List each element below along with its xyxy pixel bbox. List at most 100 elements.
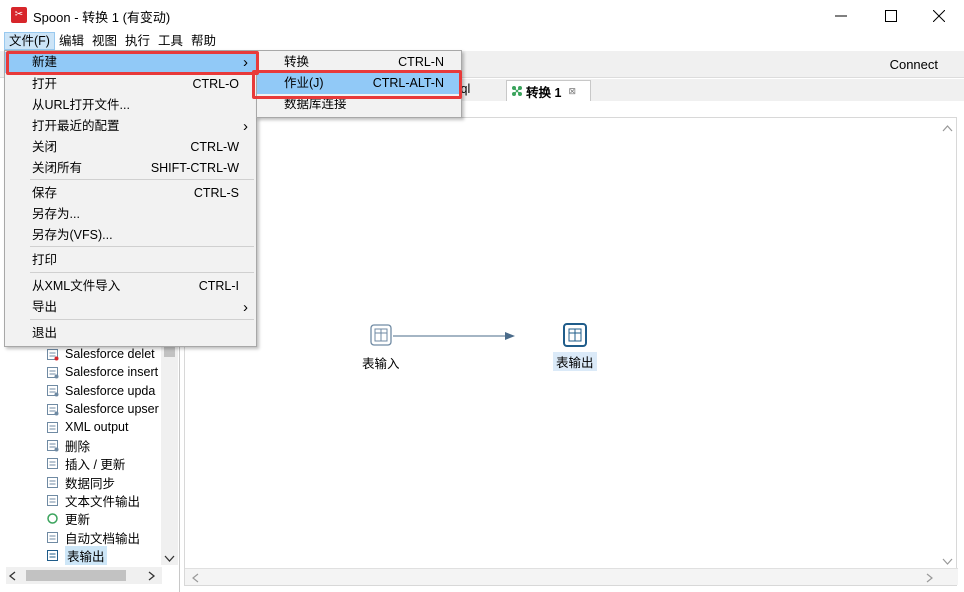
file-menu-item-open[interactable]: 打开 CTRL-O [5, 74, 256, 95]
menu-item-shortcut: CTRL-S [193, 186, 239, 200]
highlight-box-job [252, 70, 462, 99]
file-menu-item-exit[interactable]: 退出 [5, 323, 256, 344]
scroll-down-icon[interactable] [164, 555, 175, 563]
tab-transformation-1[interactable]: 转换 1 ⊠ [506, 80, 591, 101]
scroll-left-icon[interactable] [191, 573, 199, 583]
minimize-icon [835, 15, 847, 16]
tab-close-icon[interactable]: ⊠ [568, 86, 576, 97]
canvas-horizontal-scrollbar[interactable] [185, 568, 958, 585]
menu-item-shortcut: CTRL-O [192, 77, 239, 91]
spoon-app-icon: ✂ [11, 7, 27, 23]
tree-item[interactable]: Salesforce upda [0, 382, 162, 400]
step-label-table-output: 表输出 [553, 352, 597, 371]
tree-item[interactable]: 数据同步 [0, 473, 162, 491]
window-title: Spoon - 转换 1 (有变动) [33, 10, 171, 25]
file-menu-item-open-url[interactable]: 从URL打开文件... [5, 95, 256, 116]
xml-output-icon [47, 421, 58, 433]
transformation-icon [512, 86, 522, 96]
text-file-output-icon [47, 495, 58, 507]
menu-file[interactable]: 文件(F) [4, 32, 55, 50]
file-menu-item-save[interactable]: 保存 CTRL-S [5, 183, 256, 204]
menu-separator [30, 246, 254, 247]
close-icon [933, 9, 945, 22]
file-menu-item-save-as[interactable]: 另存为... [5, 204, 256, 225]
menu-item-label: 打开最近的配置 [32, 119, 120, 133]
tree-horizontal-scrollbar[interactable] [6, 567, 162, 584]
transformation-canvas[interactable]: 表输入 表输出 [184, 117, 958, 586]
tree-item[interactable]: 自动文档输出 [0, 528, 162, 546]
menu-item-label: 导出 [32, 300, 58, 314]
minimize-button[interactable] [818, 0, 864, 31]
canvas-vertical-scrollbar[interactable] [939, 118, 956, 568]
tree-vertical-scrollbar[interactable] [161, 345, 178, 565]
table-input-step-icon[interactable] [370, 324, 392, 346]
tree-item[interactable]: 删除 [0, 436, 162, 454]
file-menu-item-close[interactable]: 关闭 CTRL-W [5, 137, 256, 158]
menu-item-label: 另存为(VFS)... [32, 228, 113, 242]
table-output-step-icon[interactable] [563, 323, 587, 347]
tree-item[interactable]: Salesforce insert [0, 363, 162, 381]
menu-separator [30, 319, 254, 320]
tree-item[interactable]: 表输出 [0, 546, 162, 565]
maximize-button[interactable] [868, 0, 914, 31]
tree-item[interactable]: 更新 [0, 510, 162, 528]
update-icon [47, 513, 58, 525]
tree-item[interactable]: 文本文件输出 [0, 491, 162, 509]
scroll-down-icon[interactable] [942, 558, 953, 566]
menu-item-shortcut: CTRL-I [198, 279, 239, 293]
menu-bar: 文件(F) 编辑 视图 执行 工具 帮助 [0, 31, 964, 51]
insert-update-icon [47, 458, 58, 470]
tree-item-label: 文本文件输出 [65, 495, 141, 510]
menu-item-label: 关闭 [32, 140, 58, 154]
file-menu-item-close-all[interactable]: 关闭所有 SHIFT-CTRL-W [5, 158, 256, 179]
scroll-right-icon[interactable] [926, 573, 934, 583]
menu-view[interactable]: 视图 [88, 32, 121, 50]
tree-item-label: 插入 / 更新 [65, 458, 126, 473]
scroll-left-icon[interactable] [8, 571, 16, 581]
auto-doc-output-icon [47, 531, 58, 543]
file-menu-item-save-as-vfs[interactable]: 另存为(VFS)... [5, 225, 256, 246]
salesforce-delete-icon [47, 348, 59, 361]
menu-help[interactable]: 帮助 [187, 32, 220, 50]
tree-item-label: 自动文档输出 [65, 531, 141, 546]
table-output-icon [47, 549, 58, 561]
file-menu-item-recent[interactable]: 打开最近的配置 › [5, 116, 256, 137]
close-window-button[interactable] [916, 0, 962, 31]
submenu-arrow-icon: › [243, 118, 248, 135]
tree-item-label: Salesforce insert [65, 365, 159, 380]
menu-edit[interactable]: 编辑 [55, 32, 88, 50]
file-menu-item-export[interactable]: 导出 › [5, 297, 256, 318]
tree-item[interactable]: XML output [0, 418, 162, 436]
connect-button[interactable]: Connect [890, 57, 938, 72]
scroll-right-icon[interactable] [148, 571, 156, 581]
hop-arrow-icon [505, 332, 515, 340]
menu-item-label: 从URL打开文件... [32, 98, 130, 112]
tree-item-label: Salesforce upda [65, 383, 156, 398]
salesforce-insert-icon [47, 366, 59, 379]
tree-horizontal-scroll-thumb[interactable] [26, 570, 126, 581]
tree-item-label: XML output [65, 420, 129, 435]
menu-run[interactable]: 执行 [121, 32, 154, 50]
tree-item-label: 表输出 [65, 546, 107, 565]
menu-item-label: 打印 [32, 253, 58, 267]
file-menu-dropdown: 新建 › 打开 CTRL-O 从URL打开文件... 打开最近的配置 › 关闭 CTRL-W 关闭… [4, 50, 257, 347]
menu-item-label: 退出 [32, 326, 58, 340]
salesforce-upsert-icon [47, 403, 59, 416]
menu-separator [30, 272, 254, 273]
tree-item[interactable]: Salesforce upser [0, 400, 162, 418]
menu-item-shortcut: SHIFT-CTRL-W [150, 161, 239, 175]
menu-separator [30, 179, 254, 180]
scroll-up-icon[interactable] [942, 124, 953, 132]
file-menu-item-print[interactable]: 打印 [5, 250, 256, 271]
tree-item-label: Salesforce upser [65, 402, 159, 417]
tree-item-label: 数据同步 [65, 476, 116, 491]
menu-item-label: 从XML文件导入 [32, 279, 121, 293]
tree-item[interactable]: Salesforce delet [0, 345, 162, 363]
menu-tools[interactable]: 工具 [154, 32, 187, 50]
highlight-box-new [6, 51, 259, 75]
tree-item[interactable]: 插入 / 更新 [0, 455, 162, 473]
tree-item-label: 删除 [65, 440, 91, 455]
file-menu-item-import-xml[interactable]: 从XML文件导入 CTRL-I [5, 276, 256, 297]
tab-label: 转换 1 [526, 85, 562, 100]
step-label-table-input: 表输入 [362, 357, 400, 371]
